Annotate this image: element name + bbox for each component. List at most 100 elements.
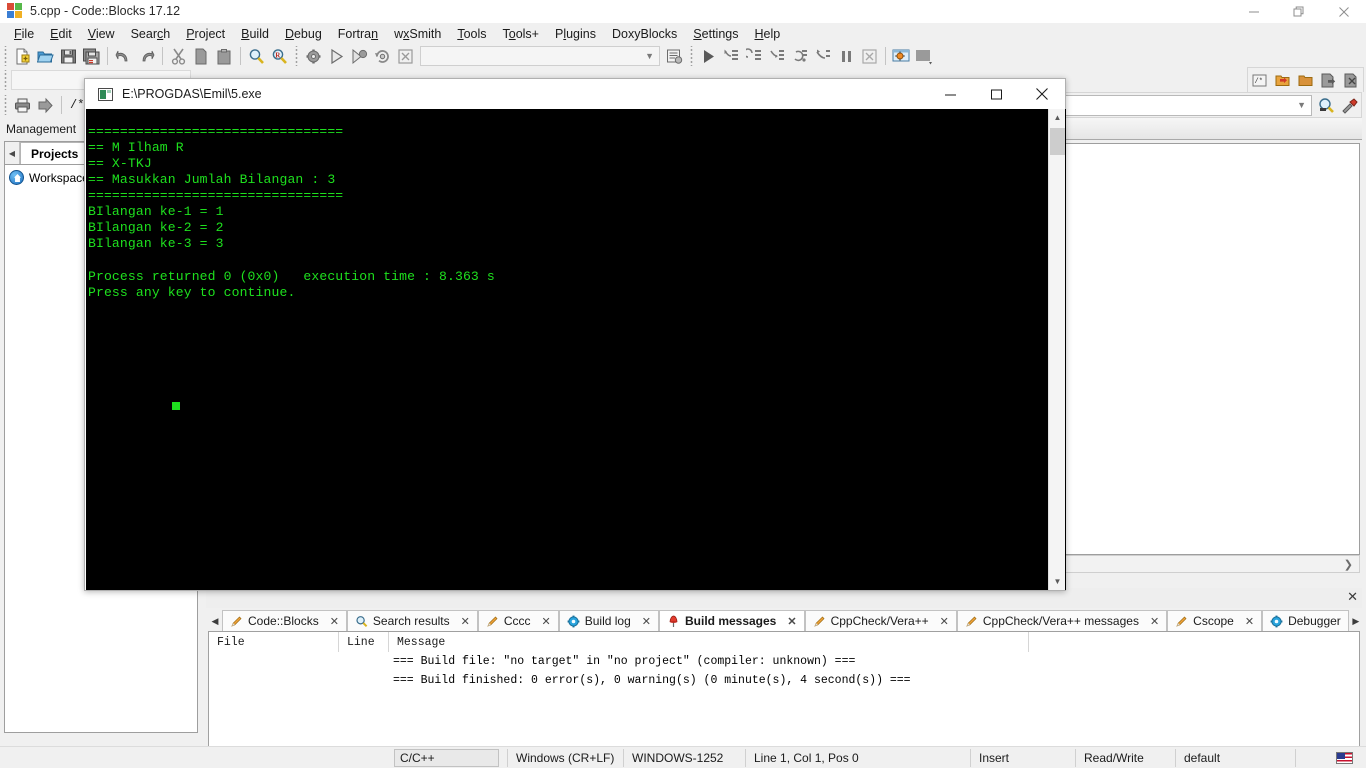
- chevron-down-icon[interactable]: ▼: [1049, 573, 1066, 590]
- console-window[interactable]: E:\PROGDAS\Emil\5.exe ==================…: [84, 78, 1066, 591]
- toolbar-grip[interactable]: [2, 70, 9, 90]
- logs-tab-build-log[interactable]: Build log ✕: [558, 610, 659, 632]
- rebuild-icon[interactable]: [371, 45, 394, 67]
- chevron-right-icon[interactable]: ▶: [1349, 610, 1363, 632]
- debug-run-to-cursor-icon[interactable]: [720, 45, 743, 67]
- menu-file[interactable]: File: [6, 25, 42, 43]
- minimize-icon[interactable]: [1231, 0, 1276, 23]
- build-message-row[interactable]: === Build finished: 0 error(s), 0 warnin…: [209, 671, 1359, 690]
- column-header-line[interactable]: Line: [339, 632, 389, 652]
- toolbar-grip[interactable]: [688, 46, 695, 66]
- undo-icon[interactable]: [112, 45, 135, 67]
- debug-step-into-icon[interactable]: [766, 45, 789, 67]
- logs-tab-cscope[interactable]: Cscope ✕: [1167, 610, 1263, 632]
- doxyblocks-comment-icon[interactable]: /*: [1248, 69, 1271, 91]
- chevron-left-icon[interactable]: ◀: [5, 142, 20, 164]
- doxyblocks-extract-icon[interactable]: [1271, 69, 1294, 91]
- column-header-file[interactable]: File: [209, 632, 339, 652]
- logs-tab-cppcheck-vera-messages[interactable]: CppCheck/Vera++ messages ✕: [956, 610, 1168, 632]
- various-info-icon[interactable]: [663, 45, 686, 67]
- close-icon[interactable]: ✕: [787, 615, 796, 628]
- debug-stop-icon[interactable]: [858, 45, 881, 67]
- toolbar-grip[interactable]: [2, 95, 9, 115]
- redo-icon[interactable]: [135, 45, 158, 67]
- save-all-icon[interactable]: [80, 45, 103, 67]
- logs-tab-build-messages[interactable]: Build messages ✕: [658, 610, 805, 632]
- statusbar-language[interactable]: C/C++: [394, 748, 499, 767]
- close-icon[interactable]: ✕: [1150, 615, 1159, 628]
- find-icon[interactable]: [245, 45, 268, 67]
- save-icon[interactable]: [57, 45, 80, 67]
- toolbar-grip[interactable]: [293, 46, 300, 66]
- logs-tab-code-blocks[interactable]: Code::Blocks ✕: [222, 610, 347, 632]
- close-icon[interactable]: ✕: [940, 615, 949, 628]
- menu-tools-plus[interactable]: Tools+: [495, 25, 547, 43]
- scroll-thumb[interactable]: [1050, 128, 1065, 155]
- menu-project[interactable]: Project: [178, 25, 233, 43]
- close-icon[interactable]: ✕: [1245, 615, 1254, 628]
- debug-next-line-icon[interactable]: [743, 45, 766, 67]
- menu-fortran[interactable]: Fortran: [330, 25, 386, 43]
- chevron-left-icon[interactable]: ◀: [208, 610, 222, 632]
- debugging-windows-icon[interactable]: [890, 45, 913, 67]
- menu-build[interactable]: Build: [233, 25, 277, 43]
- close-icon[interactable]: ✕: [542, 615, 551, 628]
- copy-icon[interactable]: [190, 45, 213, 67]
- close-icon[interactable]: [1019, 79, 1065, 109]
- debugging-windows-dropdown-icon[interactable]: [913, 45, 936, 67]
- close-icon[interactable]: ✕: [1347, 589, 1358, 605]
- restore-icon[interactable]: [1276, 0, 1321, 23]
- debug-step-out-icon[interactable]: [789, 45, 812, 67]
- close-icon[interactable]: [1321, 0, 1366, 23]
- menu-view[interactable]: View: [80, 25, 123, 43]
- debug-continue-icon[interactable]: [697, 45, 720, 67]
- run-icon[interactable]: [325, 45, 348, 67]
- doxyblocks-run-icon[interactable]: [1294, 69, 1317, 91]
- menu-settings[interactable]: Settings: [685, 25, 746, 43]
- abort-icon[interactable]: [394, 45, 417, 67]
- logs-tab-cccc[interactable]: Cccc ✕: [477, 610, 559, 632]
- cscope-find-icon[interactable]: [1315, 94, 1338, 116]
- cscope-settings-icon[interactable]: [1338, 94, 1361, 116]
- menu-search[interactable]: Search: [123, 25, 179, 43]
- cut-icon[interactable]: [167, 45, 190, 67]
- maximize-icon[interactable]: [973, 79, 1019, 109]
- build-icon[interactable]: [302, 45, 325, 67]
- doxyblocks-config-icon[interactable]: [1317, 69, 1340, 91]
- doxyblocks-wizard-icon[interactable]: [1340, 69, 1363, 91]
- pencil-icon: [965, 615, 978, 628]
- chevron-right-icon[interactable]: ❯: [1344, 558, 1359, 571]
- print-icon[interactable]: [11, 94, 34, 116]
- logs-tab-search-results[interactable]: Search results ✕: [346, 610, 478, 632]
- logs-tab-debugger[interactable]: Debugger: [1262, 610, 1349, 632]
- menu-edit[interactable]: Edit: [42, 25, 80, 43]
- build-message-row[interactable]: === Build file: "no target" in "no proje…: [209, 652, 1359, 671]
- menu-tools[interactable]: Tools: [449, 25, 494, 43]
- replace-icon[interactable]: R: [268, 45, 291, 67]
- menu-doxyblocks[interactable]: DoxyBlocks: [604, 25, 685, 43]
- build-and-run-icon[interactable]: [348, 45, 371, 67]
- console-vertical-scrollbar[interactable]: ▲ ▼: [1048, 109, 1065, 590]
- menu-help[interactable]: Help: [746, 25, 788, 43]
- close-icon[interactable]: ✕: [642, 615, 651, 628]
- statusbar-keyboard: [1295, 748, 1353, 767]
- tab-projects[interactable]: Projects: [20, 142, 90, 164]
- minimize-icon[interactable]: [927, 79, 973, 109]
- close-icon[interactable]: ✕: [461, 615, 470, 628]
- paste-icon[interactable]: [213, 45, 236, 67]
- debug-break-icon[interactable]: [835, 45, 858, 67]
- menu-wxsmith[interactable]: wxSmith: [386, 25, 449, 43]
- debug-next-instruction-icon[interactable]: [812, 45, 835, 67]
- close-icon[interactable]: ✕: [330, 615, 339, 628]
- console-output-area[interactable]: ================================ == M Il…: [86, 109, 1066, 590]
- goto-icon[interactable]: [34, 94, 57, 116]
- new-file-icon[interactable]: [11, 45, 34, 67]
- column-header-message[interactable]: Message: [389, 632, 1029, 652]
- open-file-icon[interactable]: [34, 45, 57, 67]
- build-target-combo[interactable]: ▼: [420, 46, 660, 66]
- logs-tab-cppcheck-vera[interactable]: CppCheck/Vera++ ✕: [804, 610, 957, 632]
- toolbar-grip[interactable]: [2, 46, 9, 66]
- chevron-up-icon[interactable]: ▲: [1049, 109, 1066, 126]
- menu-plugins[interactable]: Plugins: [547, 25, 604, 43]
- menu-debug[interactable]: Debug: [277, 25, 330, 43]
